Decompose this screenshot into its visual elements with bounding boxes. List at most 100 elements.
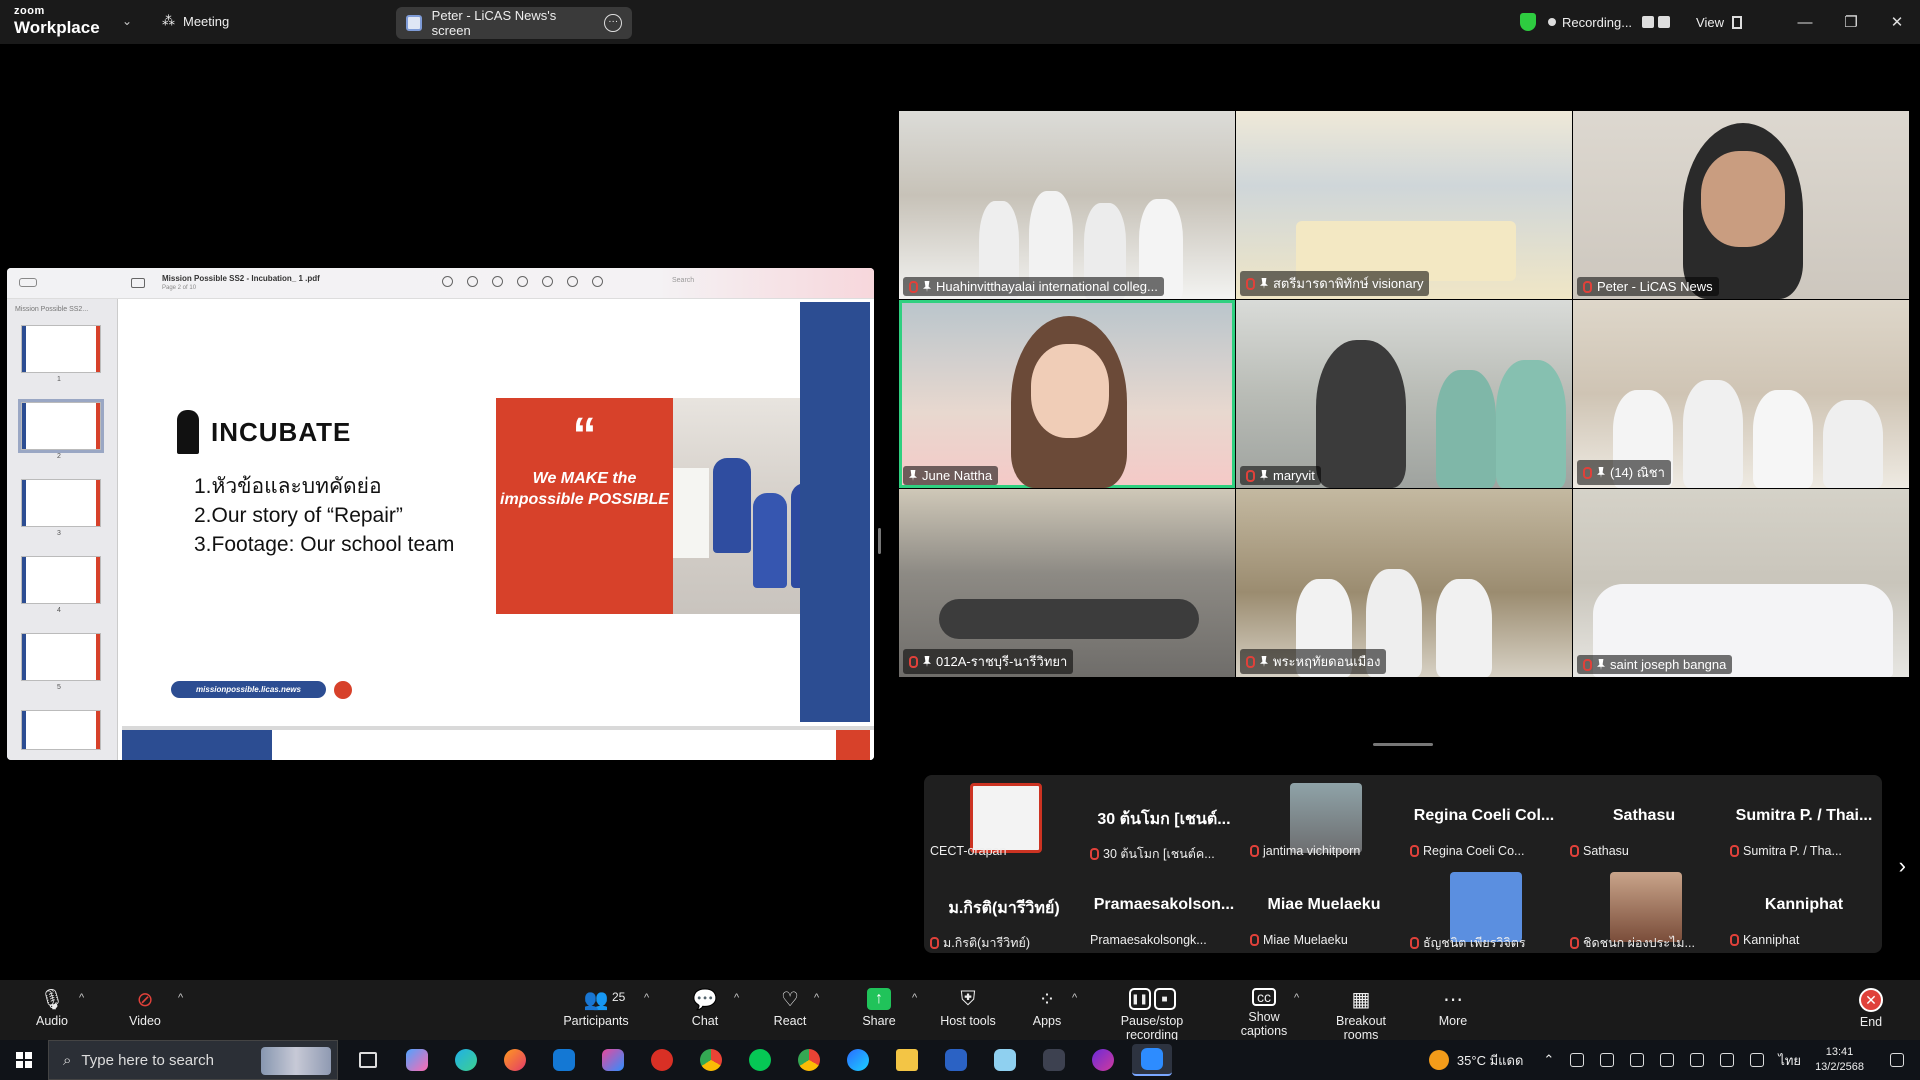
firefox-icon[interactable] xyxy=(495,1044,535,1076)
thumbnail-page[interactable] xyxy=(21,633,101,681)
participant-tile[interactable]: jantima vichitporn xyxy=(1244,775,1404,864)
outlook-icon[interactable] xyxy=(544,1044,584,1076)
participant-tile[interactable]: Regina Coeli Col... Regina Coeli Co... xyxy=(1404,775,1564,864)
notepad-icon[interactable] xyxy=(985,1044,1025,1076)
react-button[interactable]: ♡ React xyxy=(772,988,808,1034)
video-tile[interactable]: saint joseph bangna xyxy=(1573,489,1909,677)
zoom-tray-icon[interactable] xyxy=(1600,1053,1615,1067)
view-layout-icon[interactable] xyxy=(1732,15,1742,29)
video-tile[interactable]: maryvit xyxy=(1236,300,1572,488)
acrobat-icon[interactable] xyxy=(642,1044,682,1076)
shield-icon[interactable] xyxy=(1519,13,1536,31)
video-tile[interactable]: Huahinvitthayalai international colleg..… xyxy=(899,111,1235,299)
video-tile[interactable]: (14) ณิชา xyxy=(1573,300,1909,488)
taskbar-search-input[interactable]: ⌕ Type here to search xyxy=(48,1040,338,1080)
screen-share-indicator[interactable]: Peter - LiCAS News's screen ··· xyxy=(396,7,632,39)
canva-icon[interactable] xyxy=(1083,1044,1123,1076)
apps-button[interactable]: ⁘ Apps xyxy=(1032,988,1062,1034)
restore-button[interactable]: ❐ xyxy=(1828,13,1874,31)
m365-icon[interactable] xyxy=(593,1044,633,1076)
chrome-icon[interactable] xyxy=(691,1044,731,1076)
participant-tile[interactable]: CECT-orapan xyxy=(924,775,1084,864)
share-icon[interactable] xyxy=(517,276,528,287)
chevron-right-icon[interactable]: › xyxy=(1899,853,1906,879)
chat-options-caret[interactable]: ^ xyxy=(734,992,739,1004)
video-tile[interactable]: Peter - LiCAS News xyxy=(1573,111,1909,299)
sidebar-toggle-icon[interactable] xyxy=(19,278,37,287)
share-options-caret[interactable]: ^ xyxy=(912,992,917,1004)
pause-recording-icon[interactable] xyxy=(1642,16,1655,28)
speaker-icon[interactable] xyxy=(1570,1053,1585,1067)
calculator-icon[interactable] xyxy=(1034,1044,1074,1076)
view-button[interactable]: View xyxy=(1696,15,1724,30)
zoom-logo[interactable]: zoom Workplace xyxy=(14,6,100,37)
breakout-rooms-button[interactable]: ▦ Breakout rooms xyxy=(1318,988,1404,1043)
participant-tile[interactable]: Sumitra P. / Thai... Sumitra P. / Tha... xyxy=(1724,775,1884,864)
sidebar-view-icon[interactable] xyxy=(131,278,145,288)
participant-tile[interactable]: ชิดชนก ผ่องประไม... xyxy=(1564,864,1724,953)
audio-button[interactable]: 🎙 Audio xyxy=(32,988,72,1034)
participant-tile[interactable]: Sathasu Sathasu xyxy=(1564,775,1724,864)
thumbnail-page[interactable] xyxy=(21,479,101,527)
display-icon[interactable] xyxy=(1690,1053,1705,1067)
markup-icon[interactable] xyxy=(542,276,553,287)
stop-recording-icon[interactable] xyxy=(1658,16,1671,28)
thumbnail-page[interactable] xyxy=(21,710,101,750)
zoom-out-icon[interactable] xyxy=(467,276,478,287)
video-tile[interactable]: พระหฤทัยดอนเมือง xyxy=(1236,489,1572,677)
onedrive-icon[interactable] xyxy=(1630,1053,1645,1067)
pdf-search-input[interactable]: Search xyxy=(672,277,694,284)
video-tile[interactable]: สตรีมารดาพิทักษ์ visionary xyxy=(1236,111,1572,299)
windows-start-icon[interactable] xyxy=(16,1052,32,1068)
line-icon[interactable] xyxy=(740,1044,780,1076)
pause-stop-recording-button[interactable]: ❚❚ ■ Pause/stop recording xyxy=(1094,988,1210,1042)
language-indicator[interactable]: ไทย xyxy=(1778,1050,1801,1071)
captions-options-caret[interactable]: ^ xyxy=(1294,992,1299,1004)
more-options-icon[interactable]: ··· xyxy=(604,14,622,32)
thumbnail-page[interactable] xyxy=(21,556,101,604)
participant-tile[interactable]: Pramaesakolson... Pramaesakolsongk... xyxy=(1084,864,1244,953)
minimize-button[interactable]: — xyxy=(1782,14,1828,31)
weather-text[interactable]: 35°C มีแดด xyxy=(1457,1050,1524,1071)
participant-tile[interactable]: Kanniphat Kanniphat xyxy=(1724,864,1884,953)
word-icon[interactable] xyxy=(936,1044,976,1076)
host-tools-button[interactable]: ⛨ Host tools xyxy=(938,988,998,1034)
react-options-caret[interactable]: ^ xyxy=(814,992,819,1004)
copilot-icon[interactable] xyxy=(397,1044,437,1076)
share-button[interactable]: ↑ Share xyxy=(862,988,896,1034)
rotate-icon[interactable] xyxy=(567,276,578,287)
video-tile[interactable]: 012A-ราชบุรี-นารีวิทยา xyxy=(899,489,1235,677)
video-options-caret[interactable]: ^ xyxy=(178,992,183,1004)
taskbar-clock[interactable]: 13:41 13/2/2568 xyxy=(1815,1045,1864,1075)
participants-options-caret[interactable]: ^ xyxy=(644,992,649,1004)
file-explorer-icon[interactable] xyxy=(887,1044,927,1076)
edge-icon[interactable] xyxy=(446,1044,486,1076)
chrome-profile-icon[interactable] xyxy=(789,1044,829,1076)
participant-tile[interactable]: Miae Muelaeku Miae Muelaeku xyxy=(1244,864,1404,953)
participant-tile[interactable]: ม.กิรติ(มารีวิทย์) ม.กิรติ(มารีวิทย์) xyxy=(924,864,1084,953)
chevron-down-icon[interactable]: ⌄ xyxy=(122,14,132,28)
thumbnail-page[interactable] xyxy=(18,399,104,453)
task-view-icon[interactable] xyxy=(348,1044,388,1076)
end-meeting-button[interactable]: ✕ End xyxy=(1857,988,1885,1034)
thumbnail-page[interactable] xyxy=(21,325,101,373)
chevron-up-icon[interactable]: ⌃ xyxy=(1543,1052,1554,1068)
more-button[interactable]: ⋯ More xyxy=(1438,988,1468,1034)
network-icon[interactable] xyxy=(1720,1053,1735,1067)
show-captions-button[interactable]: cc Show captions xyxy=(1224,988,1304,1038)
mic-tray-icon[interactable] xyxy=(1660,1053,1675,1067)
info-icon[interactable] xyxy=(442,276,453,287)
close-window-button[interactable]: ✕ xyxy=(1874,13,1920,31)
zoom-in-icon[interactable] xyxy=(492,276,503,287)
annotate-icon[interactable] xyxy=(592,276,603,287)
chat-button[interactable]: 💬 Chat xyxy=(690,988,720,1034)
webex-icon[interactable] xyxy=(838,1044,878,1076)
audio-options-caret[interactable]: ^ xyxy=(79,992,84,1004)
security-tray-icon[interactable] xyxy=(1750,1053,1765,1067)
weather-icon[interactable] xyxy=(1428,1050,1449,1070)
zoom-taskbar-icon[interactable] xyxy=(1132,1044,1172,1076)
video-tile-active-speaker[interactable]: June Nattha xyxy=(899,300,1235,488)
participant-tile[interactable]: 30 ต้นโมก [เชนต์... 30 ต้นโมก [เชนต์ค... xyxy=(1084,775,1244,864)
shared-screen[interactable]: Mission Possible SS2 - Incubation_ 1 .pd… xyxy=(7,268,874,760)
apps-options-caret[interactable]: ^ xyxy=(1072,992,1077,1004)
